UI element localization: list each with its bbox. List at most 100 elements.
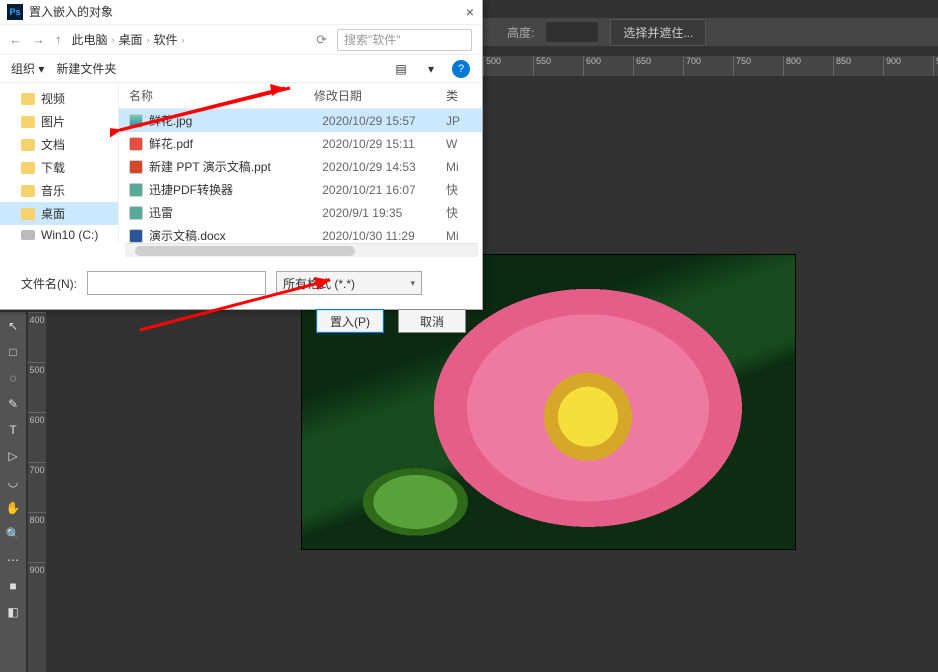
file-type: Mi — [446, 229, 472, 243]
file-list-header[interactable]: 名称 修改日期 类 — [119, 83, 482, 109]
dialog-titlebar[interactable]: Ps 置入嵌入的对象 × — [0, 0, 482, 25]
file-icon — [129, 206, 143, 220]
select-and-mask-button[interactable]: 选择并遮住... — [610, 19, 706, 46]
tree-item[interactable]: Win10 (C:) — [0, 225, 118, 243]
tree-item-label: 下载 — [41, 159, 65, 176]
tree-item[interactable]: 音乐 — [0, 179, 118, 202]
file-icon — [129, 160, 143, 174]
tree-item-label: 视频 — [41, 90, 65, 107]
view-mode-icon[interactable]: ▤ — [392, 60, 410, 78]
file-name: 新建 PPT 演示文稿.ppt — [149, 158, 322, 175]
tree-item[interactable]: 文档 — [0, 133, 118, 156]
folder-icon — [21, 185, 35, 197]
ruler-tick: 850 — [833, 56, 883, 76]
drive-icon — [21, 230, 35, 240]
tool-icon[interactable]: T — [3, 420, 23, 440]
height-label: 高度: — [507, 24, 534, 41]
file-name: 鲜花.pdf — [149, 135, 322, 152]
dialog-toolbar: 组织 ▾ 新建文件夹 ▤ ▾ ? — [0, 55, 482, 83]
view-dropdown-icon[interactable]: ▾ — [422, 60, 440, 78]
vruler-tick: 700 — [28, 462, 46, 512]
vruler-tick: 800 — [28, 512, 46, 562]
header-type[interactable]: 类 — [446, 87, 472, 104]
ruler-tick: 650 — [633, 56, 683, 76]
tool-icon[interactable]: ✎ — [3, 394, 23, 414]
tree-item-label: 桌面 — [41, 205, 65, 222]
close-icon[interactable]: × — [466, 4, 474, 20]
organize-menu[interactable]: 组织 ▾ — [11, 60, 44, 77]
file-row[interactable]: 迅雷2020/9/1 19:35快 — [119, 201, 482, 224]
file-row[interactable]: 鲜花.pdf2020/10/29 15:11W — [119, 132, 482, 155]
ps-options-bar: 高度: 选择并遮住... — [483, 18, 938, 46]
help-icon[interactable]: ? — [452, 60, 470, 78]
folder-icon — [21, 208, 35, 220]
filename-label: 文件名(N): — [11, 275, 77, 292]
file-type: 快 — [446, 204, 472, 221]
search-input[interactable]: 搜索"软件" — [337, 29, 472, 51]
height-field[interactable] — [546, 22, 598, 42]
refresh-button[interactable]: ⟳ — [316, 32, 327, 48]
file-date: 2020/9/1 19:35 — [322, 206, 446, 220]
breadcrumb-item[interactable]: 桌面 — [119, 31, 143, 48]
tool-icon[interactable]: ▷ — [3, 446, 23, 466]
filetype-select[interactable]: 所有格式 (*.*) ▾ — [276, 271, 422, 295]
tree-item[interactable]: 桌面 — [0, 202, 118, 225]
folder-icon — [21, 116, 35, 128]
breadcrumb-item[interactable]: 软件 — [154, 31, 178, 48]
tool-icon[interactable]: ◧ — [3, 602, 23, 622]
tree-item-label: Win10 (C:) — [41, 228, 98, 242]
ruler-tick: 950 — [933, 56, 938, 76]
ruler-tick: 500 — [483, 56, 533, 76]
header-date[interactable]: 修改日期 — [314, 87, 446, 104]
chevron-down-icon: ▾ — [410, 278, 415, 289]
file-date: 2020/10/29 14:53 — [322, 160, 446, 174]
ps-app-icon: Ps — [7, 4, 23, 20]
ps-tool-palette: ↖□◌✎T▷◡✋🔍⋯■◧ — [0, 312, 26, 672]
file-type: JP — [446, 114, 472, 128]
file-date: 2020/10/21 16:07 — [322, 183, 446, 197]
forward-button[interactable]: → — [32, 32, 45, 47]
tree-item[interactable]: 图片 — [0, 110, 118, 133]
ruler-tick: 600 — [583, 56, 633, 76]
horizontal-scrollbar[interactable] — [125, 243, 478, 257]
folder-icon — [21, 162, 35, 174]
tool-icon[interactable]: 🔍 — [3, 524, 23, 544]
tree-item[interactable]: 视频 — [0, 87, 118, 110]
filename-input[interactable] — [87, 271, 266, 295]
breadcrumb-item[interactable]: 此电脑 — [72, 31, 108, 48]
tool-icon[interactable]: ◡ — [3, 472, 23, 492]
dialog-nav-bar: ← → ↑ 此电脑›桌面›软件› ⟳ 搜索"软件" — [0, 25, 482, 55]
back-button[interactable]: ← — [9, 32, 22, 47]
new-folder-button[interactable]: 新建文件夹 — [56, 60, 116, 77]
tool-icon[interactable]: □ — [3, 342, 23, 362]
place-button[interactable]: 置入(P) — [316, 309, 384, 333]
ruler-tick: 900 — [883, 56, 933, 76]
file-type: 快 — [446, 181, 472, 198]
scrollbar-thumb[interactable] — [135, 246, 355, 256]
file-name: 迅雷 — [149, 204, 322, 221]
ruler-tick: 750 — [733, 56, 783, 76]
folder-icon — [21, 139, 35, 151]
file-row[interactable]: 新建 PPT 演示文稿.ppt2020/10/29 14:53Mi — [119, 155, 482, 178]
tree-item[interactable]: 下载 — [0, 156, 118, 179]
file-row[interactable]: 演示文稿.docx2020/10/30 11:29Mi — [119, 224, 482, 243]
breadcrumb[interactable]: 此电脑›桌面›软件› — [72, 31, 307, 48]
cancel-button[interactable]: 取消 — [398, 309, 466, 333]
tool-icon[interactable]: ✋ — [3, 498, 23, 518]
tool-icon[interactable]: ⋯ — [3, 550, 23, 570]
tool-icon[interactable]: ◌ — [3, 368, 23, 388]
search-placeholder: 搜索"软件" — [344, 31, 401, 48]
dialog-body: 视频图片文档下载音乐桌面Win10 (C:)软件 (D:)Win7 (E:) 名… — [0, 83, 482, 243]
vruler-tick: 600 — [28, 412, 46, 462]
folder-tree[interactable]: 视频图片文档下载音乐桌面Win10 (C:)软件 (D:)Win7 (E:) — [0, 83, 119, 243]
file-row[interactable]: 鲜花.jpg2020/10/29 15:57JP — [119, 109, 482, 132]
header-name[interactable]: 名称 — [129, 87, 314, 104]
tree-item-label: 图片 — [41, 113, 65, 130]
up-button[interactable]: ↑ — [55, 32, 62, 47]
ruler-tick: 800 — [783, 56, 833, 76]
tool-icon[interactable]: ■ — [3, 576, 23, 596]
file-row[interactable]: 迅捷PDF转换器2020/10/21 16:07快 — [119, 178, 482, 201]
horizontal-ruler: 5005506006507007508008509009501000105011… — [483, 56, 938, 76]
tree-item-label: 文档 — [41, 136, 65, 153]
file-icon — [129, 183, 143, 197]
